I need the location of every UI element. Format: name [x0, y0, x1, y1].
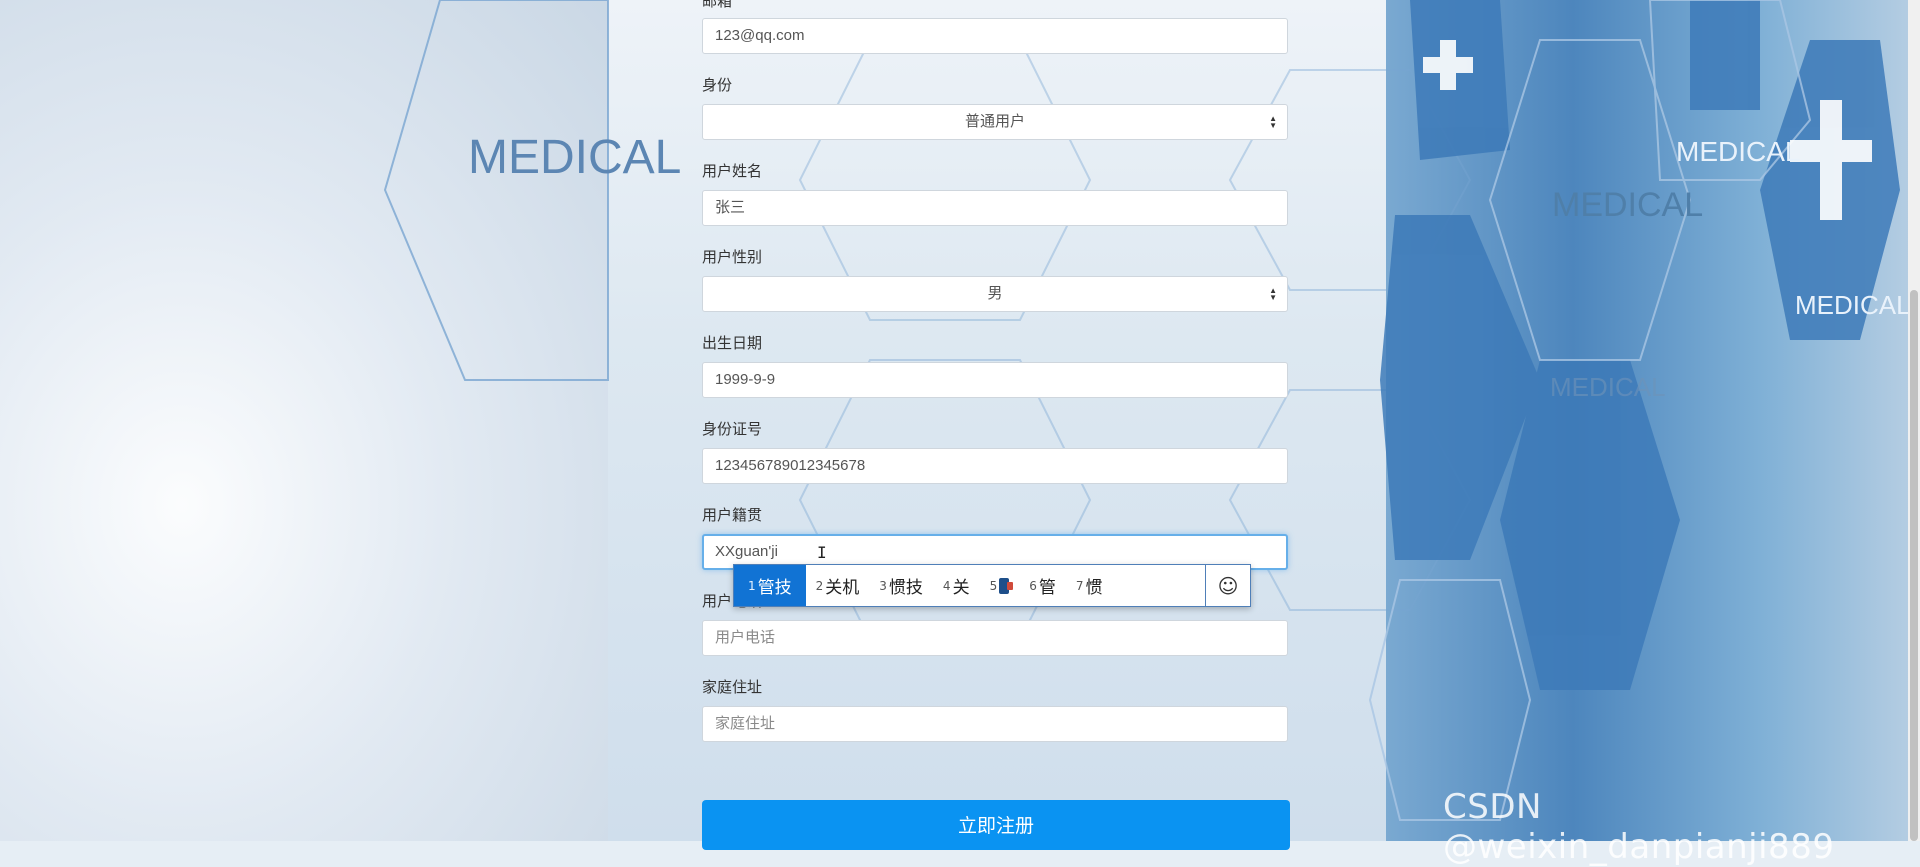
gender-select[interactable]: 男 ▲ ▼: [702, 276, 1288, 312]
page-scrollbar[interactable]: [1908, 0, 1920, 841]
id-number-label: 身份证号: [702, 420, 763, 438]
scrollbar-thumb[interactable]: [1910, 290, 1918, 841]
csdn-watermark: CSDN @weixin_danpianji889: [1443, 787, 1835, 867]
name-field[interactable]: 张三: [702, 190, 1288, 226]
ime-candidate[interactable]: 5: [980, 565, 1020, 606]
medical-text: MEDICAL: [1552, 186, 1704, 224]
ime-candidate-bar: 1 管技 2 关机 3 惯技 4 关 5 6 管 7 惯 ☺: [733, 564, 1251, 607]
ime-candidate[interactable]: 3 惯技: [869, 565, 933, 606]
select-arrows-icon: ▲ ▼: [1269, 114, 1277, 130]
native-place-label: 用户籍贯: [702, 506, 763, 524]
text-cursor-icon: I: [817, 543, 827, 562]
identity-label: 身份: [702, 76, 733, 94]
name-label: 用户姓名: [702, 162, 763, 180]
id-number-field[interactable]: 123456789012345678: [702, 448, 1288, 484]
ime-candidate[interactable]: 2 关机: [806, 565, 870, 606]
birthdate-field[interactable]: 1999-9-9: [702, 362, 1288, 398]
register-button[interactable]: 立即注册: [702, 800, 1290, 850]
gender-label: 用户性别: [702, 248, 763, 266]
phone-emoji-icon: [999, 577, 1014, 594]
ime-candidate[interactable]: 7 惯: [1066, 565, 1113, 606]
identity-select[interactable]: 普通用户 ▲ ▼: [702, 104, 1288, 140]
select-arrows-icon: ▲ ▼: [1269, 286, 1277, 302]
address-label: 家庭住址: [702, 678, 763, 696]
medical-text: MEDICAL: [1550, 372, 1666, 402]
email-field[interactable]: 123@qq.com: [702, 18, 1288, 54]
smiley-icon[interactable]: ☺: [1205, 565, 1250, 606]
medical-text: MEDICAL: [1795, 290, 1911, 320]
medical-text: MEDICAL: [1676, 136, 1801, 167]
ime-candidate[interactable]: 1 管技: [734, 565, 806, 606]
birthdate-label: 出生日期: [702, 334, 763, 352]
ime-candidate[interactable]: 6 管: [1019, 565, 1066, 606]
ime-candidate[interactable]: 4 关: [933, 565, 980, 606]
email-label: 邮箱: [702, 0, 733, 10]
gender-value: 男: [987, 285, 1003, 302]
identity-value: 普通用户: [964, 113, 1025, 130]
phone-field[interactable]: 用户电话: [702, 620, 1288, 656]
address-field[interactable]: 家庭住址: [702, 706, 1288, 742]
medical-text: MEDICAL: [468, 131, 682, 184]
